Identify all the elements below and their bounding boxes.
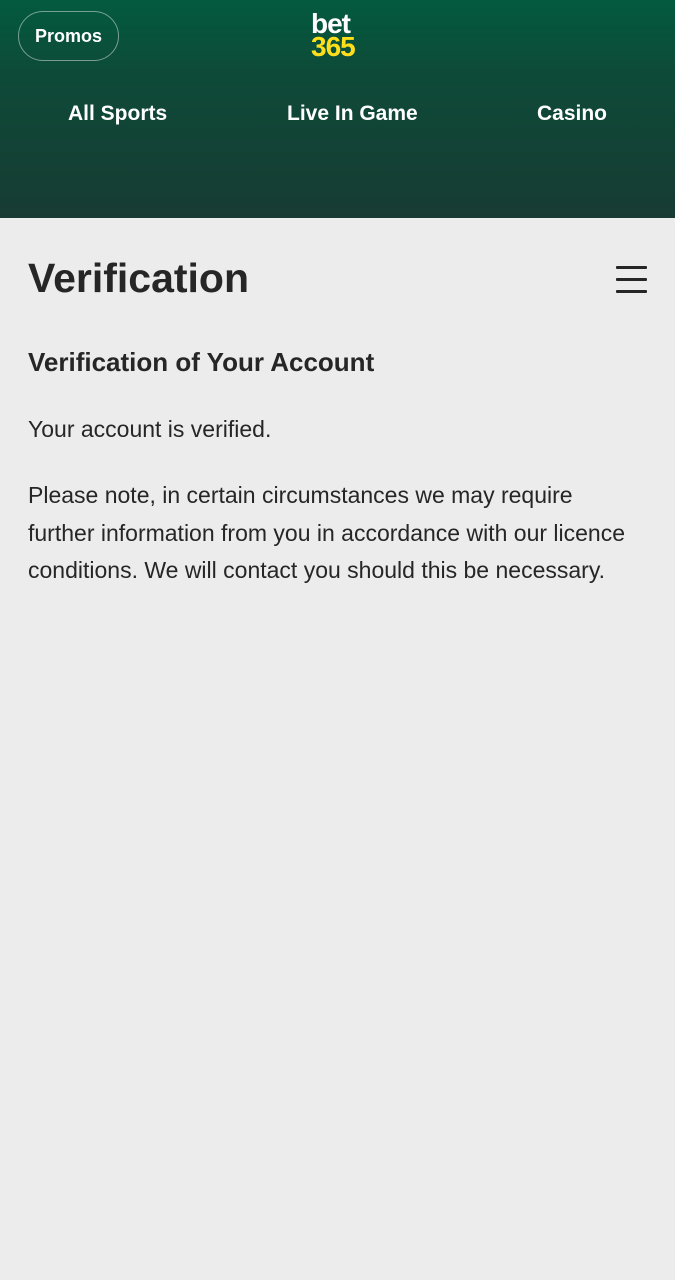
verification-status-text: Your account is verified. [28,416,272,442]
nav-all-sports[interactable]: All Sports [68,99,167,129]
nav-casino[interactable]: Casino [537,99,607,129]
logo-text-365: 365 [311,31,356,62]
section-title: Verification of Your Account [28,347,375,377]
hamburger-menu-icon[interactable] [614,265,648,295]
bet365-logo[interactable]: bet 365 [311,10,367,64]
menu-line [616,278,647,281]
promos-button[interactable]: Promos [18,11,119,61]
nav-live-in-game[interactable]: Live In Game [287,99,418,129]
top-header: Promos bet 365 All Sports Live In Game C… [0,0,675,218]
page-title: Verification [28,255,250,301]
menu-line [616,266,647,269]
verification-note-text: Please note, in certain circumstances we… [28,482,626,583]
menu-line [616,290,647,293]
